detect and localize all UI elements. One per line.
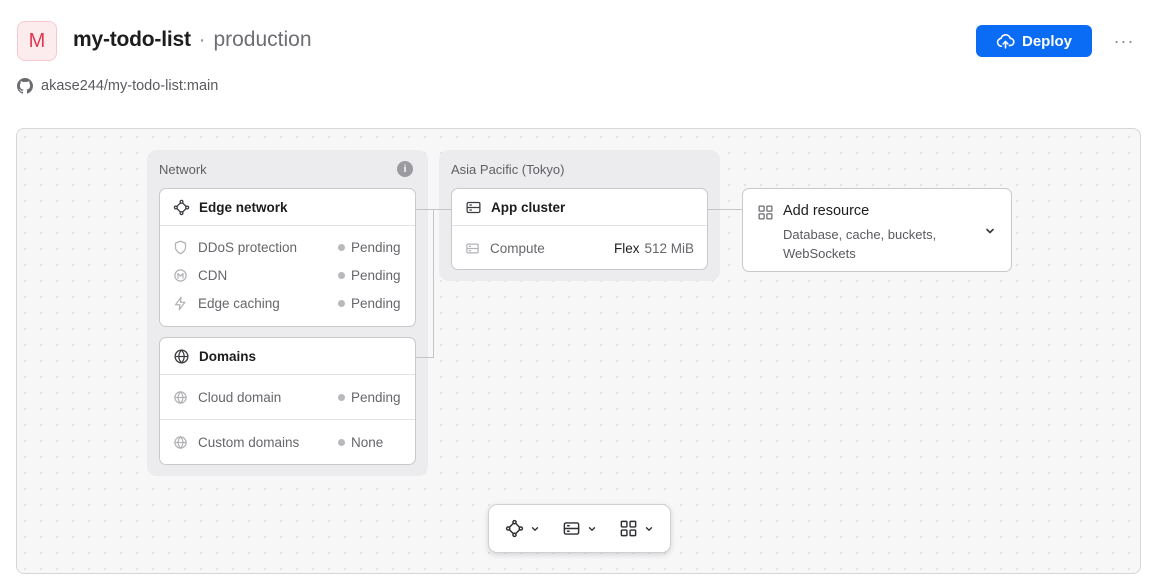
network-icon [173,199,190,215]
app-cluster-header[interactable]: App cluster [452,189,707,226]
edge-network-card[interactable]: Edge network DDoS protection Pending CDN… [159,188,416,327]
compute-row[interactable]: Compute Flex 512 MiB [452,226,707,269]
connector-line [433,209,434,358]
globe-icon [174,435,187,449]
info-icon[interactable]: i [397,161,413,177]
repo-name: akase244/my-todo-list:main [41,78,219,94]
list-item[interactable]: Cloud domain Pending [160,375,415,419]
repo-link[interactable]: akase244/my-todo-list:main [17,78,218,94]
cloud-upload-icon [996,33,1015,49]
row-label: CDN [198,267,228,283]
globe-icon [174,348,189,364]
server-icon [466,243,479,253]
app-cluster-title: App cluster [491,199,566,215]
network-group-label: Network [159,162,207,177]
globe-icon [174,390,187,404]
github-icon [17,78,33,94]
canvas-toolbar [488,504,671,553]
connector-line [433,209,451,210]
page-title: my-todo-list · production [73,28,312,52]
deploy-button[interactable]: Deploy [976,25,1092,57]
add-resource-card[interactable]: Add resource Database, cache, buckets, W… [742,188,1012,272]
title-separator: · [198,29,206,51]
chevron-down-icon [531,526,539,531]
region-group-label: Asia Pacific (Tokyo) [451,162,565,177]
domains-header[interactable]: Domains [160,338,415,375]
architecture-canvas[interactable]: Network i Asia Pacific (Tokyo) Edge netw… [16,128,1141,574]
add-network-button[interactable] [498,515,547,542]
edge-network-header[interactable]: Edge network [160,189,415,226]
server-icon [563,522,580,535]
row-label: Edge caching [198,295,280,311]
environment-name[interactable]: production [213,28,311,52]
compute-size: 512 MiB [644,240,694,256]
chevron-down-icon [645,526,653,531]
list-item[interactable]: Custom domains None [160,420,415,464]
status-badge: None [338,435,402,450]
add-resource-description: Database, cache, buckets, WebSockets [783,227,937,261]
status-badge: Pending [338,296,402,311]
app-name: my-todo-list [73,28,191,51]
app-avatar: M [17,21,57,61]
grid-icon [758,205,773,220]
connector-line [416,357,434,358]
row-label: DDoS protection [198,239,298,255]
chevron-down-icon [588,526,596,531]
compute-label: Compute [490,240,545,256]
more-options-button[interactable]: ··· [1108,27,1140,55]
domains-card[interactable]: Domains Cloud domain Pending Custom doma… [159,337,416,465]
app-cluster-card[interactable]: App cluster Compute Flex 512 MiB [451,188,708,270]
list-item[interactable]: DDoS protection Pending [160,233,415,261]
edge-network-title: Edge network [199,199,288,215]
status-badge: Pending [338,240,402,255]
connector-line [416,209,433,210]
status-text: Pending [351,267,401,283]
cdn-icon [174,268,187,282]
status-dot [338,393,345,401]
list-item[interactable]: CDN Pending [160,261,415,289]
status-badge: Pending [338,268,402,283]
deploy-label: Deploy [1021,32,1072,50]
grid-icon [620,520,637,537]
status-text: Pending [351,239,401,255]
list-item[interactable]: Edge caching Pending [160,289,415,317]
domains-title: Domains [199,348,257,364]
shield-icon [174,240,187,254]
status-text: Pending [351,389,401,405]
network-icon [505,519,524,538]
add-compute-button[interactable] [555,515,604,542]
bolt-icon [174,296,186,310]
chevron-down-icon[interactable] [984,225,996,237]
server-icon [466,201,481,213]
connector-line [708,209,742,210]
row-label: Custom domains [198,434,300,450]
add-resource-button[interactable] [612,515,661,542]
status-dot [338,438,345,446]
row-label: Cloud domain [198,389,282,405]
status-dot [338,299,345,307]
status-dot [338,243,345,251]
compute-type: Flex [613,240,640,256]
status-text: None [351,434,384,450]
status-dot [338,271,345,279]
add-resource-title: Add resource [783,203,870,219]
status-text: Pending [351,295,401,311]
status-badge: Pending [338,390,402,405]
